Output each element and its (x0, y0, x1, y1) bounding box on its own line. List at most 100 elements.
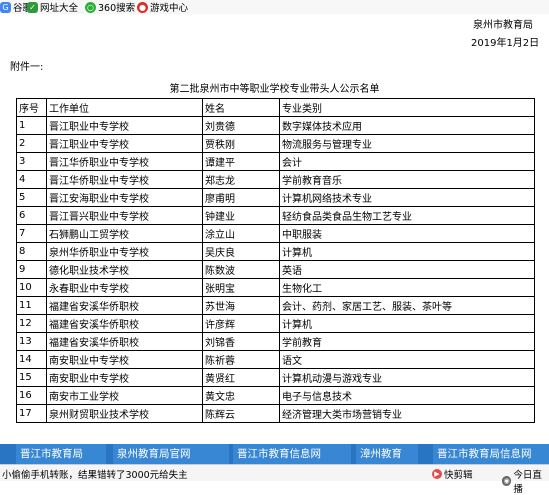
bookmark-label: 网址大全 (40, 3, 79, 14)
cell-index: 8 (16, 242, 47, 261)
table-row: 11 福建省安溪华侨职校 苏世海 会计、药剂、家居工艺、服装、茶叶等 (16, 296, 535, 315)
cell-workplace: 南安职业中专学校 (46, 368, 203, 387)
cell-specialty: 计算机动漫与游戏专业 (279, 368, 535, 387)
bookmarks-bar: G 谷歌 ✓ 网址大全 ○ 360搜索 ● 游戏中心 (0, 0, 549, 14)
banner-link[interactable]: 晋江市教育局信息网 (433, 444, 549, 464)
bookmark-360-search[interactable]: ○ 360搜索 (85, 0, 135, 14)
cell-specialty: 语文 (279, 350, 535, 369)
cell-workplace: 石狮鹏山工贸学校 (46, 224, 203, 243)
game-center-icon: ● (137, 1, 148, 13)
cell-index: 4 (16, 170, 47, 189)
table-row: 4 晋江华侨职业中专学校 郑志龙 学前教育音乐 (16, 170, 535, 189)
banner-link[interactable]: 晋江市教育局 (16, 444, 106, 464)
cell-name: 刘贵德 (202, 116, 280, 135)
cell-name: 陈辉云 (202, 404, 280, 423)
bookmark-url-directory[interactable]: ✓ 网址大全 (27, 0, 78, 14)
cell-workplace: 永春职业中专学校 (46, 278, 203, 297)
cell-index: 6 (16, 206, 47, 225)
cell-index: 13 (16, 332, 47, 351)
cell-name: 吴庆良 (202, 242, 280, 261)
cell-name: 许彦辉 (202, 314, 280, 333)
cell-specialty: 计算机 (279, 242, 535, 261)
cell-index: 14 (16, 350, 47, 369)
table-row: 12 福建省安溪华侨职校 许彦辉 计算机 (16, 314, 535, 333)
cell-workplace: 晋江晋兴职业中专学校 (46, 206, 203, 225)
table-row: 1 晋江职业中专学校 刘贵德 数字媒体技术应用 (16, 116, 535, 135)
table-row: 8 泉州华侨职业中专学校 吴庆良 计算机 (16, 242, 535, 261)
cell-index: 16 (16, 386, 47, 405)
cell-name: 贾秩刚 (202, 134, 280, 153)
cell-specialty: 学前教育 (279, 332, 535, 351)
table-row: 13 福建省安溪华侨职校 刘锦香 学前教育 (16, 332, 535, 351)
cell-name: 涂立山 (202, 224, 280, 243)
cell-workplace: 晋江华侨职业中专学校 (46, 170, 203, 189)
table-row: 15 南安职业中专学校 黄贤红 计算机动漫与游戏专业 (16, 368, 535, 387)
quick-clip-button[interactable]: ▶ 快剪辑 (432, 467, 473, 481)
today-focus-button[interactable]: ◉ 今日直播 (502, 467, 549, 495)
table-row: 5 晋江安海职业中专学校 廖甫明 计算机网络技术专业 (16, 188, 535, 207)
table-body: 1 晋江职业中专学校 刘贵德 数字媒体技术应用 2 晋江职业中专学校 贾秩刚 物流服务与管理专… (16, 116, 535, 423)
cell-workplace: 南安市工业学校 (46, 386, 203, 405)
header-workplace: 工作单位 (46, 98, 203, 117)
bookmark-game-center[interactable]: ● 游戏中心 (137, 0, 188, 14)
table-row: 7 石狮鹏山工贸学校 涂立山 中职服装 (16, 224, 535, 243)
table-row: 6 晋江晋兴职业中专学校 钟建业 轻纺食品类食品生物工艺专业 (16, 206, 535, 225)
cell-name: 陈祈蓉 (202, 350, 280, 369)
google-icon: G (0, 1, 11, 13)
attachment-label: 附件一: (10, 62, 44, 73)
cell-name: 谭建平 (202, 152, 280, 171)
cell-specialty: 学前教育音乐 (279, 170, 535, 189)
cell-name: 黄贤红 (202, 368, 280, 387)
cell-workplace: 泉州财贸职业技术学校 (46, 404, 203, 423)
cell-specialty: 物流服务与管理专业 (279, 134, 535, 153)
table-header-row: 序号 工作单位 姓名 专业类别 (16, 98, 535, 117)
cell-workplace: 泉州华侨职业中专学校 (46, 242, 203, 261)
cell-index: 11 (16, 296, 47, 315)
table-row: 3 晋江华侨职业中专学校 谭建平 会计 (16, 152, 535, 171)
cell-specialty: 计算机网络技术专业 (279, 188, 535, 207)
cell-specialty: 轻纺食品类食品生物工艺专业 (279, 206, 535, 225)
cell-workplace: 晋江华侨职业中专学校 (46, 152, 203, 171)
table-row: 17 泉州财贸职业技术学校 陈辉云 经济管理大类市场营销专业 (16, 404, 535, 423)
table-row: 10 永春职业中专学校 张明宝 生物化工 (16, 278, 535, 297)
header-specialty: 专业类别 (279, 98, 535, 117)
cell-specialty: 英语 (279, 260, 535, 279)
header-name: 姓名 (202, 98, 280, 117)
cell-specialty: 生物化工 (279, 278, 535, 297)
bookmark-label: 360搜索 (98, 3, 136, 14)
cell-name: 黄文忠 (202, 386, 280, 405)
cell-specialty: 经济管理大类市场营销专业 (279, 404, 535, 423)
cell-index: 5 (16, 188, 47, 207)
cell-specialty: 电子与信息技术 (279, 386, 535, 405)
cell-name: 郑志龙 (202, 170, 280, 189)
cell-specialty: 会计、药剂、家居工艺、服装、茶叶等 (279, 296, 535, 315)
cell-index: 9 (16, 260, 47, 279)
banner-link[interactable]: 晋江市教育信息网 (233, 444, 351, 464)
360-search-icon: ○ (85, 1, 96, 13)
cell-index: 17 (16, 404, 47, 423)
today-focus-icon: ◉ (502, 476, 512, 486)
cell-workplace: 福建省安溪华侨职校 (46, 332, 203, 351)
cell-name: 张明宝 (202, 278, 280, 297)
cell-index: 3 (16, 152, 47, 171)
status-bar: 小偷偷手机转账，结果错转了3000元给失主 ▶ 快剪辑 ◉ 今日直播 (0, 464, 549, 495)
cell-workplace: 南安职业中专学校 (46, 350, 203, 369)
banner-link[interactable]: 漳州教育 (356, 444, 418, 464)
banner-link[interactable]: 泉州教育局官网 (113, 444, 229, 464)
cell-specialty: 中职服装 (279, 224, 535, 243)
issue-date: 2019年1月2日 (471, 38, 540, 49)
table-row: 14 南安职业中专学校 陈祈蓉 语文 (16, 350, 535, 369)
cell-workplace: 晋江职业中专学校 (46, 134, 203, 153)
cell-specialty: 会计 (279, 152, 535, 171)
cell-name: 钟建业 (202, 206, 280, 225)
cell-specialty: 数字媒体技术应用 (279, 116, 535, 135)
bookmark-label: 游戏中心 (150, 3, 189, 14)
issuing-organization: 泉州市教育局 (473, 20, 533, 31)
cell-index: 15 (16, 368, 47, 387)
document-title: 第二批泉州市中等职业学校专业带头人公示名单 (169, 84, 380, 95)
cell-workplace: 德化职业技术学校 (46, 260, 203, 279)
news-ticker-link[interactable]: 小偷偷手机转账，结果错转了3000元给失主 (2, 467, 188, 481)
cell-name: 苏世海 (202, 296, 280, 315)
cell-specialty: 计算机 (279, 314, 535, 333)
link-banner: 晋江市教育局 泉州教育局官网 晋江市教育信息网 漳州教育 晋江市教育局信息网 (0, 444, 549, 464)
